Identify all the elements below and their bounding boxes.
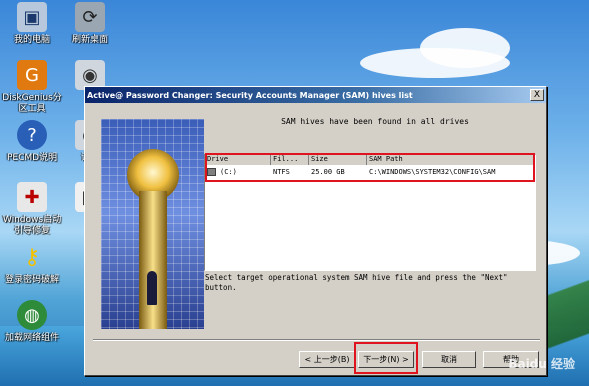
header-message: SAM hives have been found in all drives bbox=[281, 117, 469, 126]
desktop-icon-label: DiskGenius分区工具 bbox=[2, 93, 62, 114]
computer-icon: ▣ bbox=[17, 2, 47, 32]
cloud bbox=[420, 28, 510, 68]
instruction-text: Select target operational system SAM hiv… bbox=[205, 273, 508, 292]
sam-hives-dialog: Active@ Password Changer: Security Accou… bbox=[84, 86, 547, 376]
highlight-box-next bbox=[354, 342, 418, 374]
cancel-button[interactable]: 取消 bbox=[422, 351, 476, 368]
desktop-icon-label: 刷新桌面 bbox=[71, 35, 108, 45]
desktop-icon-network[interactable]: ◍ 加载网络组件 bbox=[0, 300, 64, 344]
desktop-icon-label: 加载网络组件 bbox=[4, 333, 59, 343]
divider bbox=[93, 339, 540, 341]
dialog-title-bar[interactable]: Active@ Password Changer: Security Accou… bbox=[85, 87, 546, 103]
close-button[interactable]: X bbox=[530, 89, 544, 101]
back-button[interactable]: < 上一步(B) bbox=[299, 351, 355, 368]
diskgenius-icon: G bbox=[17, 60, 47, 90]
watermark: Baidu 经验 bbox=[508, 357, 575, 371]
highlight-box-row bbox=[205, 153, 535, 182]
desktop-icon-label: Windows启动引导修复 bbox=[2, 215, 62, 236]
desktop-icon-boot-repair[interactable]: ✚ Windows启动引导修复 bbox=[0, 182, 64, 237]
keyhole-illustration bbox=[101, 119, 204, 329]
desktop-icon-label: PECMD说明 bbox=[6, 153, 58, 163]
desktop-icon-diskgenius[interactable]: G DiskGenius分区工具 bbox=[0, 60, 64, 115]
network-globe-icon: ◍ bbox=[17, 300, 47, 330]
desktop-icon-my-computer[interactable]: ▣ 我的电脑 bbox=[0, 2, 64, 46]
desktop-icon-password-crack[interactable]: ⚷ 登录密码破解 bbox=[0, 242, 64, 286]
help-icon: ? bbox=[17, 120, 47, 150]
boot-repair-icon: ✚ bbox=[17, 182, 47, 212]
keyhole-slot bbox=[139, 191, 167, 329]
desktop-icon-refresh[interactable]: ⟳ 刷新桌面 bbox=[58, 2, 122, 46]
desktop-icon-label: 登录密码破解 bbox=[4, 275, 59, 285]
person-silhouette bbox=[147, 271, 157, 305]
dialog-title: Active@ Password Changer: Security Accou… bbox=[87, 90, 413, 100]
desktop-icon-pecmd[interactable]: ? PECMD说明 bbox=[0, 120, 64, 164]
refresh-icon: ⟳ bbox=[75, 2, 105, 32]
key-icon: ⚷ bbox=[23, 244, 41, 270]
desktop-icon-label: 我的电脑 bbox=[13, 35, 50, 45]
